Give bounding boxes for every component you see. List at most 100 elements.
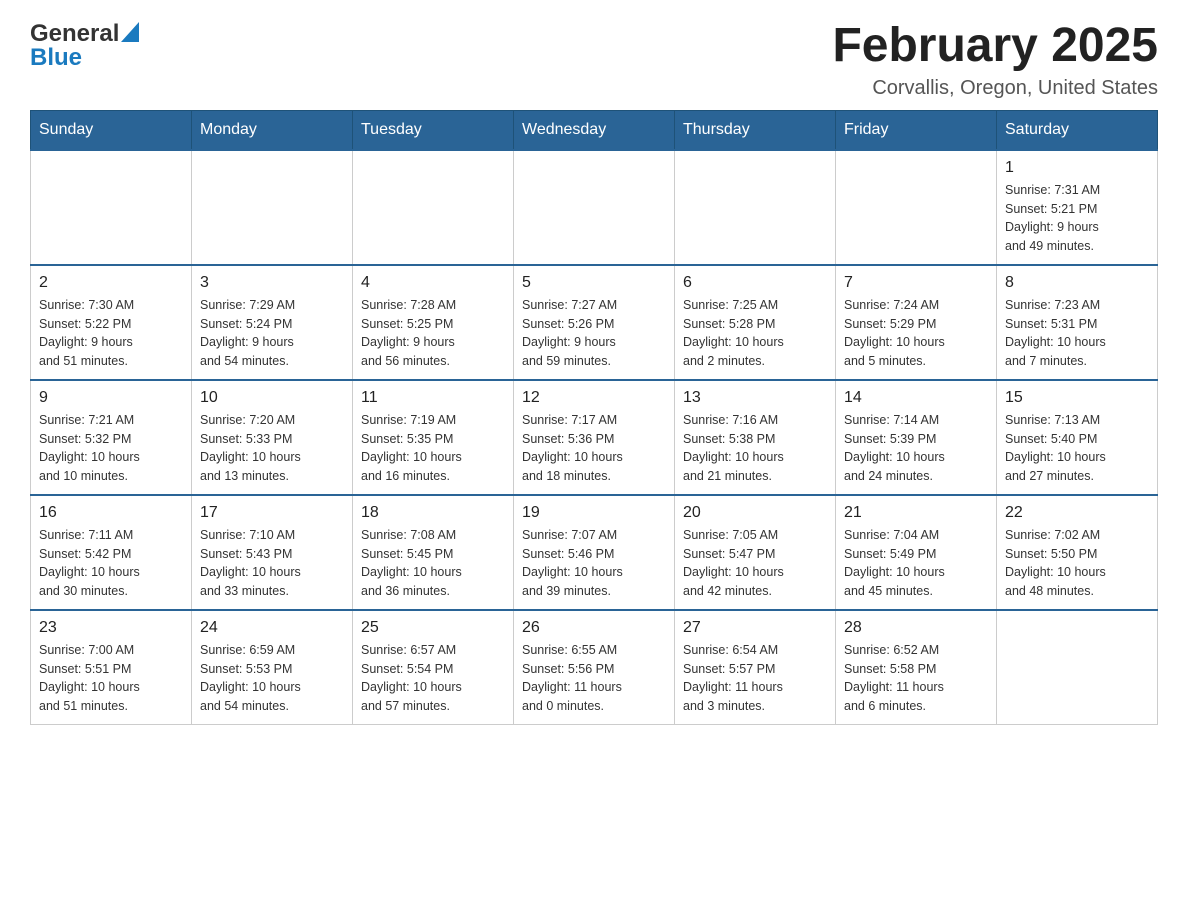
day-cell: 23 Sunrise: 7:00 AM Sunset: 5:51 PM Dayli… [31, 610, 192, 725]
day-cell [675, 150, 836, 265]
day-number: 28 [844, 619, 988, 637]
day-number: 23 [39, 619, 183, 637]
day-cell: 13 Sunrise: 7:16 AM Sunset: 5:38 PM Dayli… [675, 380, 836, 495]
day-header-sunday: Sunday [31, 110, 192, 150]
day-info: Sunrise: 7:00 AM Sunset: 5:51 PM Dayligh… [39, 641, 183, 716]
week-row-1: 1Sunrise: 7:31 AM Sunset: 5:21 PM Daylig… [31, 150, 1158, 265]
day-number: 12 [522, 389, 666, 407]
day-cell [192, 150, 353, 265]
day-cell: 9 Sunrise: 7:21 AM Sunset: 5:32 PM Daylig… [31, 380, 192, 495]
day-number: 6 [683, 274, 827, 292]
calendar-subtitle: Corvallis, Oregon, United States [832, 77, 1158, 100]
day-info: Sunrise: 7:11 AM Sunset: 5:42 PM Dayligh… [39, 526, 183, 601]
day-info: Sunrise: 7:20 AM Sunset: 5:33 PM Dayligh… [200, 411, 344, 486]
day-number: 5 [522, 274, 666, 292]
day-number: 16 [39, 504, 183, 522]
day-cell: 12 Sunrise: 7:17 AM Sunset: 5:36 PM Dayli… [514, 380, 675, 495]
day-info: Sunrise: 7:10 AM Sunset: 5:43 PM Dayligh… [200, 526, 344, 601]
day-number: 21 [844, 504, 988, 522]
day-cell: 15Sunrise: 7:13 AM Sunset: 5:40 PM Dayli… [997, 380, 1158, 495]
day-cell: 21 Sunrise: 7:04 AM Sunset: 5:49 PM Dayli… [836, 495, 997, 610]
day-cell [836, 150, 997, 265]
day-info: Sunrise: 7:14 AM Sunset: 5:39 PM Dayligh… [844, 411, 988, 486]
day-cell: 17Sunrise: 7:10 AM Sunset: 5:43 PM Dayli… [192, 495, 353, 610]
logo-blue-text: Blue [30, 44, 82, 72]
day-number: 14 [844, 389, 988, 407]
logo: General Blue [30, 20, 139, 72]
day-header-thursday: Thursday [675, 110, 836, 150]
calendar-table: SundayMondayTuesdayWednesdayThursdayFrid… [30, 110, 1158, 725]
day-info: Sunrise: 6:59 AM Sunset: 5:53 PM Dayligh… [200, 641, 344, 716]
day-info: Sunrise: 7:08 AM Sunset: 5:45 PM Dayligh… [361, 526, 505, 601]
day-number: 10 [200, 389, 344, 407]
day-info: Sunrise: 7:02 AM Sunset: 5:50 PM Dayligh… [1005, 526, 1149, 601]
day-info: Sunrise: 7:16 AM Sunset: 5:38 PM Dayligh… [683, 411, 827, 486]
day-cell: 26Sunrise: 6:55 AM Sunset: 5:56 PM Dayli… [514, 610, 675, 725]
day-info: Sunrise: 7:21 AM Sunset: 5:32 PM Dayligh… [39, 411, 183, 486]
day-number: 24 [200, 619, 344, 637]
day-info: Sunrise: 7:17 AM Sunset: 5:36 PM Dayligh… [522, 411, 666, 486]
day-header-saturday: Saturday [997, 110, 1158, 150]
week-row-4: 16 Sunrise: 7:11 AM Sunset: 5:42 PM Dayli… [31, 495, 1158, 610]
day-number: 9 [39, 389, 183, 407]
day-number: 4 [361, 274, 505, 292]
week-row-3: 9 Sunrise: 7:21 AM Sunset: 5:32 PM Daylig… [31, 380, 1158, 495]
day-info: Sunrise: 7:23 AM Sunset: 5:31 PM Dayligh… [1005, 296, 1149, 371]
day-cell: 2 Sunrise: 7:30 AM Sunset: 5:22 PM Daylig… [31, 265, 192, 380]
week-row-5: 23 Sunrise: 7:00 AM Sunset: 5:51 PM Dayli… [31, 610, 1158, 725]
day-cell: 7Sunrise: 7:24 AM Sunset: 5:29 PM Daylig… [836, 265, 997, 380]
day-info: Sunrise: 7:29 AM Sunset: 5:24 PM Dayligh… [200, 296, 344, 371]
day-cell [514, 150, 675, 265]
day-headers-row: SundayMondayTuesdayWednesdayThursdayFrid… [31, 110, 1158, 150]
day-number: 2 [39, 274, 183, 292]
week-row-2: 2 Sunrise: 7:30 AM Sunset: 5:22 PM Daylig… [31, 265, 1158, 380]
day-number: 1 [1005, 159, 1149, 177]
day-number: 18 [361, 504, 505, 522]
day-number: 8 [1005, 274, 1149, 292]
day-cell: 5Sunrise: 7:27 AM Sunset: 5:26 PM Daylig… [514, 265, 675, 380]
day-cell: 22 Sunrise: 7:02 AM Sunset: 5:50 PM Dayli… [997, 495, 1158, 610]
day-cell: 25 Sunrise: 6:57 AM Sunset: 5:54 PM Dayli… [353, 610, 514, 725]
day-number: 27 [683, 619, 827, 637]
logo-arrow-icon [121, 22, 139, 42]
day-cell: 3 Sunrise: 7:29 AM Sunset: 5:24 PM Daylig… [192, 265, 353, 380]
title-section: February 2025 Corvallis, Oregon, United … [832, 20, 1158, 100]
day-info: Sunrise: 7:28 AM Sunset: 5:25 PM Dayligh… [361, 296, 505, 371]
day-cell: 8 Sunrise: 7:23 AM Sunset: 5:31 PM Daylig… [997, 265, 1158, 380]
day-info: Sunrise: 6:54 AM Sunset: 5:57 PM Dayligh… [683, 641, 827, 716]
day-cell [353, 150, 514, 265]
day-info: Sunrise: 6:52 AM Sunset: 5:58 PM Dayligh… [844, 641, 988, 716]
day-cell: 19 Sunrise: 7:07 AM Sunset: 5:46 PM Dayli… [514, 495, 675, 610]
day-number: 25 [361, 619, 505, 637]
day-info: Sunrise: 7:25 AM Sunset: 5:28 PM Dayligh… [683, 296, 827, 371]
day-cell: 4 Sunrise: 7:28 AM Sunset: 5:25 PM Daylig… [353, 265, 514, 380]
day-cell [31, 150, 192, 265]
day-cell [997, 610, 1158, 725]
day-number: 11 [361, 389, 505, 407]
day-info: Sunrise: 7:04 AM Sunset: 5:49 PM Dayligh… [844, 526, 988, 601]
day-cell: 6 Sunrise: 7:25 AM Sunset: 5:28 PM Daylig… [675, 265, 836, 380]
day-number: 19 [522, 504, 666, 522]
day-cell: 20Sunrise: 7:05 AM Sunset: 5:47 PM Dayli… [675, 495, 836, 610]
day-info: Sunrise: 7:07 AM Sunset: 5:46 PM Dayligh… [522, 526, 666, 601]
day-cell: 1Sunrise: 7:31 AM Sunset: 5:21 PM Daylig… [997, 150, 1158, 265]
day-cell: 16 Sunrise: 7:11 AM Sunset: 5:42 PM Dayli… [31, 495, 192, 610]
calendar-title: February 2025 [832, 20, 1158, 73]
day-info: Sunrise: 7:05 AM Sunset: 5:47 PM Dayligh… [683, 526, 827, 601]
day-info: Sunrise: 7:30 AM Sunset: 5:22 PM Dayligh… [39, 296, 183, 371]
day-number: 7 [844, 274, 988, 292]
page-header: General Blue February 2025 Corvallis, Or… [30, 20, 1158, 100]
day-number: 3 [200, 274, 344, 292]
day-header-friday: Friday [836, 110, 997, 150]
day-number: 13 [683, 389, 827, 407]
day-cell: 11 Sunrise: 7:19 AM Sunset: 5:35 PM Dayli… [353, 380, 514, 495]
day-info: Sunrise: 7:19 AM Sunset: 5:35 PM Dayligh… [361, 411, 505, 486]
day-header-wednesday: Wednesday [514, 110, 675, 150]
day-number: 15 [1005, 389, 1149, 407]
day-cell: 27 Sunrise: 6:54 AM Sunset: 5:57 PM Dayli… [675, 610, 836, 725]
day-cell: 24 Sunrise: 6:59 AM Sunset: 5:53 PM Dayli… [192, 610, 353, 725]
day-info: Sunrise: 6:57 AM Sunset: 5:54 PM Dayligh… [361, 641, 505, 716]
day-number: 22 [1005, 504, 1149, 522]
day-number: 26 [522, 619, 666, 637]
day-header-monday: Monday [192, 110, 353, 150]
